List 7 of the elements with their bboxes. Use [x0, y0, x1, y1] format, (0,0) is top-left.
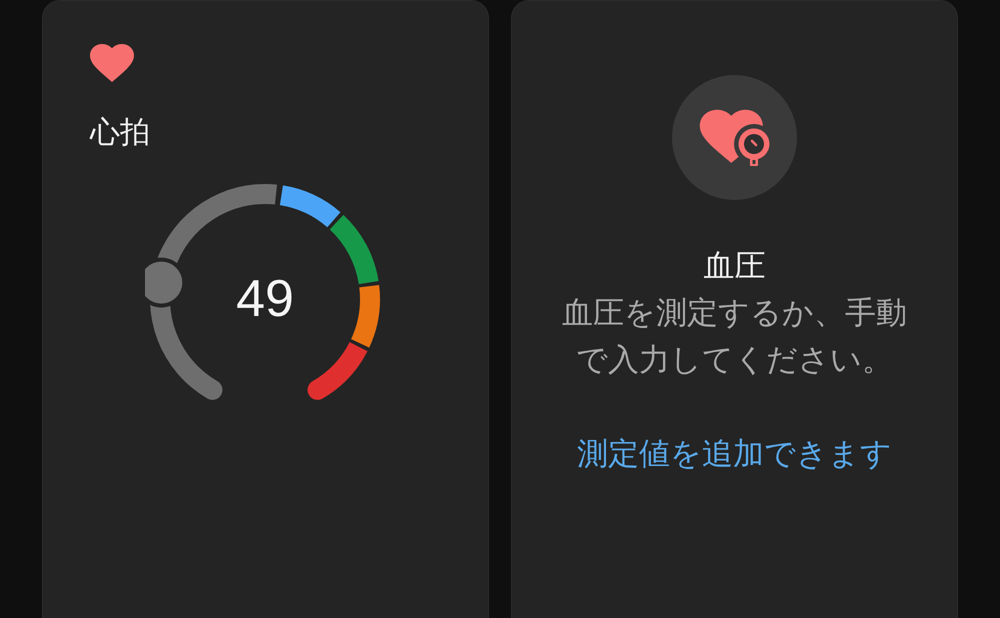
heart-icon — [90, 44, 134, 82]
card-title: 心拍 — [90, 115, 150, 151]
add-measurement-link[interactable]: 測定値を追加できます — [577, 430, 892, 477]
heart-rate-value: 49 — [236, 269, 294, 329]
heart-gauge-icon — [672, 75, 797, 200]
instruction-text: 血圧を測定するか、手動で入力してください。 — [561, 294, 908, 379]
card-title: 血圧 — [704, 247, 766, 285]
